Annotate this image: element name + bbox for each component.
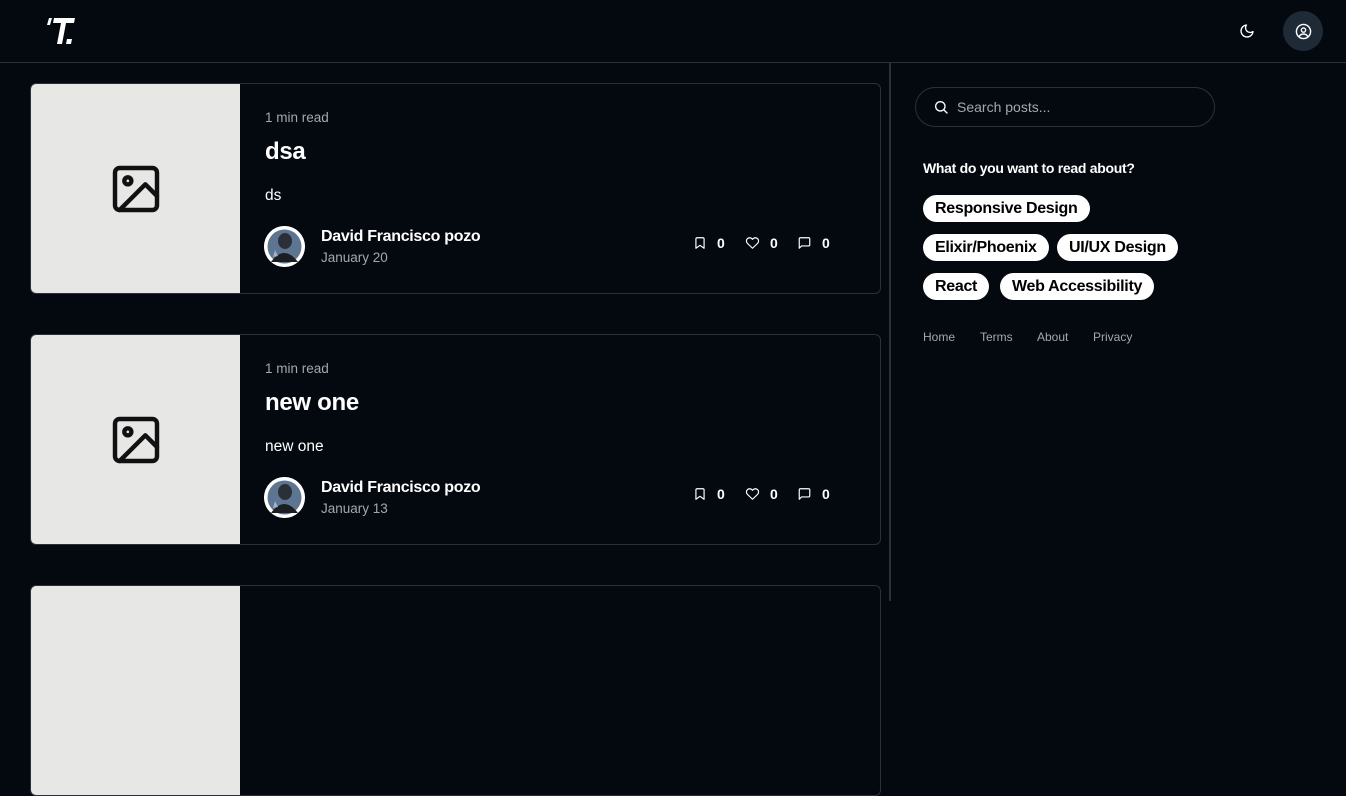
post-title[interactable]: new one bbox=[265, 389, 359, 417]
post-card[interactable]: 1 min read dsa ds David Francisco pozo J… bbox=[30, 83, 881, 294]
like-button[interactable]: 0 bbox=[745, 235, 778, 251]
bookmark-icon bbox=[695, 237, 705, 249]
comment-icon bbox=[798, 237, 811, 249]
topic-chip-ui-ux-design[interactable]: UI/UX Design bbox=[1057, 234, 1178, 261]
topics-heading: What do you want to read about? bbox=[923, 160, 1135, 176]
heart-icon bbox=[745, 488, 760, 500]
post-thumbnail bbox=[31, 335, 240, 544]
bookmark-count: 0 bbox=[717, 486, 725, 502]
moon-icon bbox=[1240, 24, 1254, 38]
top-navbar bbox=[0, 0, 1346, 63]
search-input[interactable] bbox=[957, 99, 1187, 115]
topic-chip-elixir-phoenix[interactable]: Elixir/Phoenix bbox=[923, 234, 1049, 261]
post-title[interactable]: dsa bbox=[265, 138, 306, 166]
theme-toggle-button[interactable] bbox=[1232, 16, 1262, 46]
comment-count: 0 bbox=[822, 235, 830, 251]
bookmark-icon bbox=[695, 488, 705, 500]
post-thumbnail bbox=[31, 84, 240, 293]
post-date: January 13 bbox=[321, 501, 388, 516]
search-bar[interactable] bbox=[915, 87, 1215, 127]
comment-icon bbox=[798, 488, 811, 500]
topic-chip-responsive-design[interactable]: Responsive Design bbox=[923, 195, 1090, 222]
footer-link-privacy[interactable]: Privacy bbox=[1093, 330, 1132, 344]
post-author[interactable]: David Francisco pozo bbox=[321, 228, 481, 246]
post-read-time: 1 min read bbox=[265, 361, 329, 376]
bookmark-count: 0 bbox=[717, 235, 725, 251]
comment-button[interactable]: 0 bbox=[797, 235, 830, 251]
footer-link-about[interactable]: About bbox=[1037, 330, 1068, 344]
search-icon bbox=[933, 99, 949, 115]
post-author[interactable]: David Francisco pozo bbox=[321, 479, 481, 497]
image-placeholder-icon bbox=[112, 165, 159, 212]
topic-chip-web-accessibility[interactable]: Web Accessibility bbox=[1000, 273, 1155, 300]
comment-button[interactable]: 0 bbox=[797, 486, 830, 502]
user-circle-icon bbox=[1295, 23, 1311, 39]
like-count: 0 bbox=[770, 235, 778, 251]
content-divider bbox=[889, 63, 891, 601]
post-card[interactable]: 1 min read new one new one David Francis… bbox=[30, 334, 881, 545]
bookmark-button[interactable]: 0 bbox=[693, 486, 725, 502]
post-date: January 20 bbox=[321, 250, 388, 265]
like-count: 0 bbox=[770, 486, 778, 502]
post-card[interactable] bbox=[30, 585, 881, 796]
site-logo[interactable] bbox=[46, 16, 76, 46]
like-button[interactable]: 0 bbox=[745, 486, 778, 502]
comment-count: 0 bbox=[822, 486, 830, 502]
heart-icon bbox=[745, 237, 760, 249]
bookmark-button[interactable]: 0 bbox=[693, 235, 725, 251]
author-avatar[interactable] bbox=[264, 226, 305, 267]
post-excerpt: new one bbox=[265, 438, 324, 455]
post-excerpt: ds bbox=[265, 187, 282, 204]
author-avatar[interactable] bbox=[264, 477, 305, 518]
post-thumbnail bbox=[31, 586, 240, 795]
footer-link-home[interactable]: Home bbox=[923, 330, 955, 344]
footer-link-terms[interactable]: Terms bbox=[980, 330, 1013, 344]
post-read-time: 1 min read bbox=[265, 110, 329, 125]
user-menu-button[interactable] bbox=[1283, 11, 1323, 51]
topic-chip-react[interactable]: React bbox=[923, 273, 990, 300]
image-placeholder-icon bbox=[112, 416, 159, 463]
